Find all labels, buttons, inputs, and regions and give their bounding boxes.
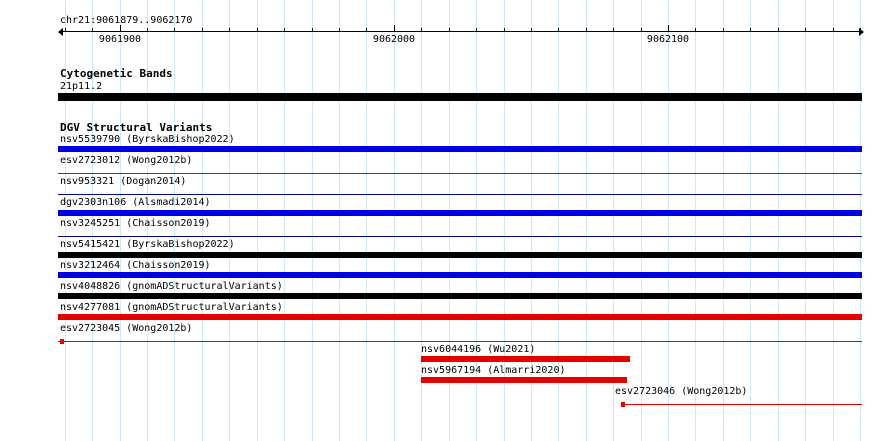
dgv-feature-bar[interactable] <box>621 404 862 405</box>
ruler-minor-tick <box>860 28 861 32</box>
ruler-minor-tick <box>613 28 614 32</box>
dgv-feature-label: esv2723045 (Wong2012b) <box>60 323 193 334</box>
ruler-minor-tick <box>257 28 258 32</box>
ruler-minor-tick <box>531 28 532 32</box>
locus-label: chr21:9061879..9062170 <box>60 15 193 26</box>
dgv-feature-bar[interactable] <box>58 341 862 342</box>
ruler-minor-tick <box>65 28 66 32</box>
dgv-feature-label: nsv5539790 (ByrskaBishop2022) <box>60 134 235 145</box>
ruler-minor-tick <box>92 28 93 32</box>
ruler-minor-tick <box>147 28 148 32</box>
ruler-minor-tick <box>504 28 505 32</box>
dgv-feature-label: nsv3212464 (Chaisson2019) <box>60 260 211 271</box>
ruler-minor-tick <box>641 28 642 32</box>
dgv-feature-start-marker[interactable] <box>60 339 64 344</box>
ruler-minor-tick <box>833 28 834 32</box>
ruler-minor-tick <box>750 28 751 32</box>
ruler-minor-tick <box>312 28 313 32</box>
ruler-tick-label: 9062000 <box>372 34 416 45</box>
dgv-feature-label: esv2723012 (Wong2012b) <box>60 155 193 166</box>
ruler-minor-tick <box>202 28 203 32</box>
ruler-minor-tick <box>695 28 696 32</box>
ruler-minor-tick <box>174 28 175 32</box>
ruler-minor-tick <box>421 28 422 32</box>
ruler-minor-tick <box>778 28 779 32</box>
dgv-feature-label: nsv953321 (Dogan2014) <box>60 176 187 187</box>
dgv-feature-bar[interactable] <box>421 356 630 362</box>
dgv-feature-label: nsv5967194 (Almarri2020) <box>421 365 566 376</box>
cytoband-bar[interactable] <box>58 93 862 101</box>
ruler-major-tick <box>668 25 669 32</box>
dgv-feature-bar[interactable] <box>58 272 862 278</box>
cytoband-label: 21p11.2 <box>60 81 103 92</box>
dgv-feature-bar[interactable] <box>58 252 862 258</box>
dgv-feature-label: nsv4277081 (gnomADStructuralVariants) <box>60 302 283 313</box>
dgv-feature-bar[interactable] <box>421 377 627 383</box>
ruler-minor-tick <box>805 28 806 32</box>
genome-browser-track-panel: chr21:9061879..9062170 9061900 9062000 906… <box>0 0 890 441</box>
ruler-minor-tick <box>476 28 477 32</box>
ruler-line <box>62 31 860 32</box>
dgv-feature-bar[interactable] <box>58 194 862 195</box>
ruler-minor-tick <box>366 28 367 32</box>
dgv-feature-label: nsv3245251 (Chaisson2019) <box>60 218 211 229</box>
dgv-feature-label: esv2723046 (Wong2012b) <box>615 386 748 397</box>
dgv-feature-label: dgv2303n106 (Alsmadi2014) <box>60 197 211 208</box>
dgv-feature-bar[interactable] <box>58 236 862 237</box>
ruler-tick-label: 9061900 <box>98 34 142 45</box>
ruler-left-arrow-icon <box>58 28 63 36</box>
ruler-major-tick <box>394 25 395 32</box>
cytoband-track-title: Cytogenetic Bands <box>60 67 173 80</box>
ruler-minor-tick <box>558 28 559 32</box>
ruler-minor-tick <box>723 28 724 32</box>
dgv-feature-bar[interactable] <box>58 293 862 299</box>
dgv-track-title: DGV Structural Variants <box>60 121 213 134</box>
dgv-feature-label: nsv5415421 (ByrskaBishop2022) <box>60 239 235 250</box>
ruler-minor-tick <box>586 28 587 32</box>
dgv-feature-start-marker[interactable] <box>621 402 625 407</box>
ruler-minor-tick <box>229 28 230 32</box>
ruler-minor-tick <box>339 28 340 32</box>
dgv-feature-bar[interactable] <box>58 314 862 320</box>
ruler-minor-tick <box>449 28 450 32</box>
dgv-feature-bar[interactable] <box>58 210 862 216</box>
ruler-tick-label: 9062100 <box>646 34 690 45</box>
dgv-feature-bar[interactable] <box>58 146 862 152</box>
dgv-feature-label: nsv6044196 (Wu2021) <box>421 344 536 355</box>
dgv-feature-bar[interactable] <box>58 173 862 174</box>
dgv-feature-label: nsv4048826 (gnomADStructuralVariants) <box>60 281 283 292</box>
ruler-major-tick <box>120 25 121 32</box>
ruler-minor-tick <box>284 28 285 32</box>
